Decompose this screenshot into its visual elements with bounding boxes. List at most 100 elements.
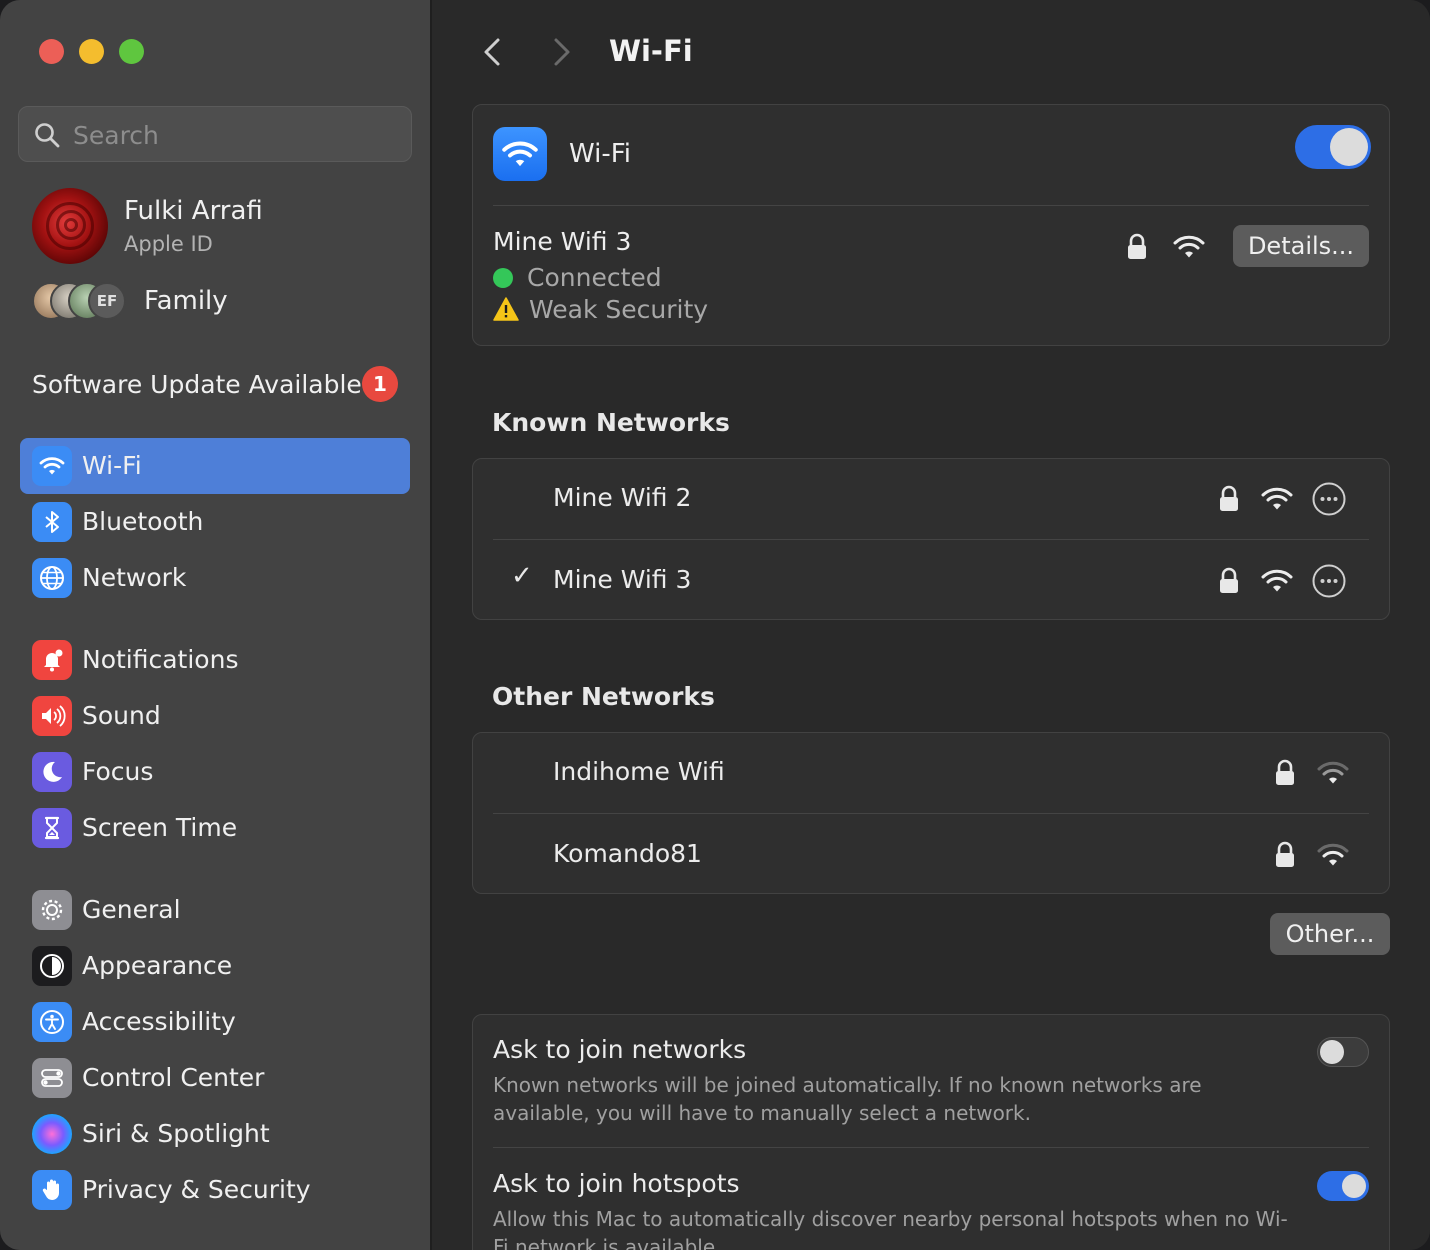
ask-join-hotspots-toggle[interactable] <box>1317 1171 1369 1201</box>
accessibility-icon <box>32 1002 72 1042</box>
details-button[interactable]: Details... <box>1233 225 1369 267</box>
system-settings-window: Fulki Arrafi Apple ID EF Family Software… <box>0 0 1430 1250</box>
sidebar-item-label: Appearance <box>82 951 233 980</box>
sidebar-item-siri-spotlight[interactable]: Siri & Spotlight <box>20 1106 410 1162</box>
lock-icon <box>1276 841 1294 867</box>
network-name: Indihome Wifi <box>553 757 725 786</box>
wifi-icon <box>32 446 72 486</box>
connection-status: Connected <box>493 263 662 292</box>
connected-status-dot <box>493 268 513 288</box>
divider <box>493 539 1369 540</box>
sidebar-item-sound[interactable]: Sound <box>20 688 410 744</box>
sidebar-item-screen-time[interactable]: Screen Time <box>20 800 410 856</box>
sidebar-item-label: Bluetooth <box>82 507 204 536</box>
other-networks-title: Other Networks <box>492 682 715 711</box>
avatar <box>32 188 108 264</box>
divider <box>493 205 1369 206</box>
sidebar-item-wifi[interactable]: Wi-Fi <box>20 438 410 494</box>
wifi-signal-icon <box>1261 487 1293 510</box>
software-update-item[interactable]: Software Update Available 1 <box>32 366 402 406</box>
ask-join-networks-title: Ask to join networks <box>493 1035 747 1064</box>
back-chevron-icon[interactable] <box>476 32 508 72</box>
network-name: Komando81 <box>553 839 702 868</box>
search-icon <box>35 123 60 148</box>
speaker-icon <box>32 696 72 736</box>
family-avatar-initials: EF <box>88 282 126 320</box>
maximize-window-button[interactable] <box>119 39 144 64</box>
appearance-icon <box>32 946 72 986</box>
apple-id-profile[interactable]: Fulki Arrafi Apple ID <box>32 186 412 266</box>
sidebar-item-appearance[interactable]: Appearance <box>20 938 410 994</box>
close-window-button[interactable] <box>39 39 64 64</box>
wifi-signal-icon <box>1317 761 1349 784</box>
search-input[interactable] <box>73 115 393 155</box>
wifi-signal-icon <box>1173 235 1205 258</box>
ask-join-networks-toggle[interactable] <box>1317 1037 1369 1067</box>
hand-icon <box>32 1170 72 1210</box>
sidebar-item-general[interactable]: General <box>20 882 410 938</box>
list-item[interactable]: Komando81 <box>473 815 1391 895</box>
warning-icon <box>493 297 519 321</box>
sidebar-item-label: Siri & Spotlight <box>82 1119 270 1148</box>
ask-join-hotspots-title: Ask to join hotspots <box>493 1169 740 1198</box>
more-options-icon[interactable] <box>1311 481 1347 517</box>
sidebar-item-label: Wi-Fi <box>82 451 142 480</box>
sidebar: Fulki Arrafi Apple ID EF Family Software… <box>0 0 432 1250</box>
lock-icon <box>1220 567 1238 593</box>
siri-icon <box>32 1114 72 1154</box>
search-field[interactable] <box>18 106 412 162</box>
sidebar-item-label: General <box>82 895 181 924</box>
known-networks-title: Known Networks <box>492 408 730 437</box>
security-warning-text: Weak Security <box>529 295 709 324</box>
sidebar-item-label: Accessibility <box>82 1007 236 1036</box>
sidebar-item-label: Network <box>82 563 187 592</box>
network-name: Mine Wifi 3 <box>553 565 692 594</box>
gear-icon <box>32 890 72 930</box>
more-options-icon[interactable] <box>1311 563 1347 599</box>
list-item[interactable]: Indihome Wifi <box>473 733 1391 813</box>
control-center-icon <box>32 1058 72 1098</box>
lock-icon <box>1128 233 1146 259</box>
lock-icon <box>1276 759 1294 785</box>
checkmark-icon: ✓ <box>511 561 533 591</box>
bluetooth-icon <box>32 502 72 542</box>
network-name: Mine Wifi 2 <box>553 483 692 512</box>
sidebar-item-notifications[interactable]: Notifications <box>20 632 410 688</box>
minimize-window-button[interactable] <box>79 39 104 64</box>
sidebar-item-focus[interactable]: Focus <box>20 744 410 800</box>
list-item[interactable]: Mine Wifi 2 <box>473 459 1391 539</box>
update-count-badge: 1 <box>362 366 398 402</box>
page-title: Wi-Fi <box>609 34 693 68</box>
wifi-signal-icon <box>1317 843 1349 866</box>
profile-subtitle: Apple ID <box>124 232 213 256</box>
security-warning: Weak Security <box>493 295 708 324</box>
divider <box>493 813 1369 814</box>
wifi-icon <box>493 127 547 181</box>
main-content: Wi-Fi Wi-Fi Mine Wifi 3 Connected Weak S… <box>432 0 1430 1250</box>
profile-name: Fulki Arrafi <box>124 196 263 226</box>
forward-chevron-icon[interactable] <box>546 32 578 72</box>
sidebar-item-label: Notifications <box>82 645 239 674</box>
sidebar-item-control-center[interactable]: Control Center <box>20 1050 410 1106</box>
sidebar-item-privacy-security[interactable]: Privacy & Security <box>20 1162 410 1218</box>
software-update-label: Software Update Available <box>32 370 362 399</box>
globe-icon <box>32 558 72 598</box>
sidebar-item-label: Privacy & Security <box>82 1175 311 1204</box>
wifi-card: Wi-Fi Mine Wifi 3 Connected Weak Securit… <box>472 104 1390 346</box>
hourglass-icon <box>32 808 72 848</box>
sidebar-item-bluetooth[interactable]: Bluetooth <box>20 494 410 550</box>
wifi-toggle[interactable] <box>1295 125 1371 169</box>
sidebar-item-label: Screen Time <box>82 813 238 842</box>
list-item[interactable]: ✓ Mine Wifi 3 <box>473 541 1391 621</box>
divider <box>493 1147 1369 1148</box>
known-networks-list: Mine Wifi 2 ✓ Mine Wifi 3 <box>472 458 1390 620</box>
family-item[interactable]: EF Family <box>32 280 412 324</box>
connection-status-text: Connected <box>527 263 662 292</box>
wifi-label: Wi-Fi <box>569 139 632 169</box>
sidebar-item-label: Focus <box>82 757 154 786</box>
other-network-button[interactable]: Other... <box>1270 913 1390 955</box>
sidebar-item-label: Sound <box>82 701 161 730</box>
sidebar-item-accessibility[interactable]: Accessibility <box>20 994 410 1050</box>
current-network-name: Mine Wifi 3 <box>493 227 632 256</box>
sidebar-item-network[interactable]: Network <box>20 550 410 606</box>
